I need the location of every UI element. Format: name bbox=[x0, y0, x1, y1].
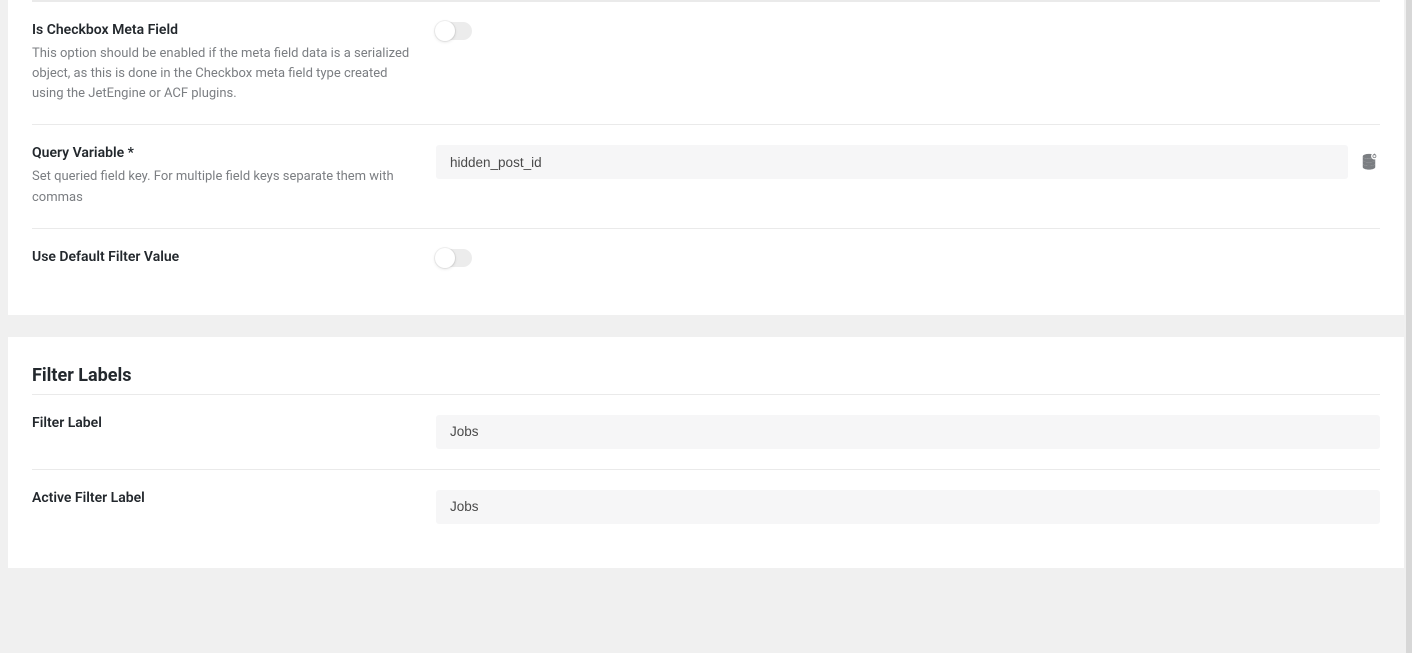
field-desc-query-variable: Set queried field key. For multiple fiel… bbox=[32, 167, 412, 207]
field-title-checkbox-meta: Is Checkbox Meta Field bbox=[32, 22, 412, 38]
row-use-default: Use Default Filter Value bbox=[32, 228, 1380, 291]
field-title-use-default: Use Default Filter Value bbox=[32, 249, 412, 265]
row-active-filter-label: Active Filter Label bbox=[32, 469, 1380, 544]
field-desc-checkbox-meta: This option should be enabled if the met… bbox=[32, 44, 412, 104]
field-title-query-variable: Query Variable * bbox=[32, 145, 412, 161]
toggle-knob bbox=[435, 248, 455, 268]
toggle-use-default[interactable] bbox=[436, 249, 472, 267]
input-query-variable[interactable] bbox=[436, 145, 1348, 179]
toggle-checkbox-meta[interactable] bbox=[436, 22, 472, 40]
input-active-filter-label[interactable] bbox=[436, 490, 1380, 524]
field-title-filter-label: Filter Label bbox=[32, 415, 412, 431]
scrollbar-track[interactable] bbox=[1406, 0, 1412, 653]
row-query-variable: Query Variable * Set queried field key. … bbox=[32, 124, 1380, 227]
filter-labels-panel: Filter Labels Filter Label Active Filter… bbox=[8, 337, 1404, 568]
section-title-filter-labels: Filter Labels bbox=[32, 337, 1380, 394]
database-icon[interactable] bbox=[1358, 151, 1380, 173]
row-is-checkbox-meta: Is Checkbox Meta Field This option shoul… bbox=[32, 1, 1380, 124]
row-filter-label: Filter Label bbox=[32, 394, 1380, 469]
field-title-active-filter-label: Active Filter Label bbox=[32, 490, 412, 506]
input-filter-label[interactable] bbox=[436, 415, 1380, 449]
filter-settings-panel: Is Checkbox Meta Field This option shoul… bbox=[8, 0, 1404, 315]
toggle-knob bbox=[435, 21, 455, 41]
